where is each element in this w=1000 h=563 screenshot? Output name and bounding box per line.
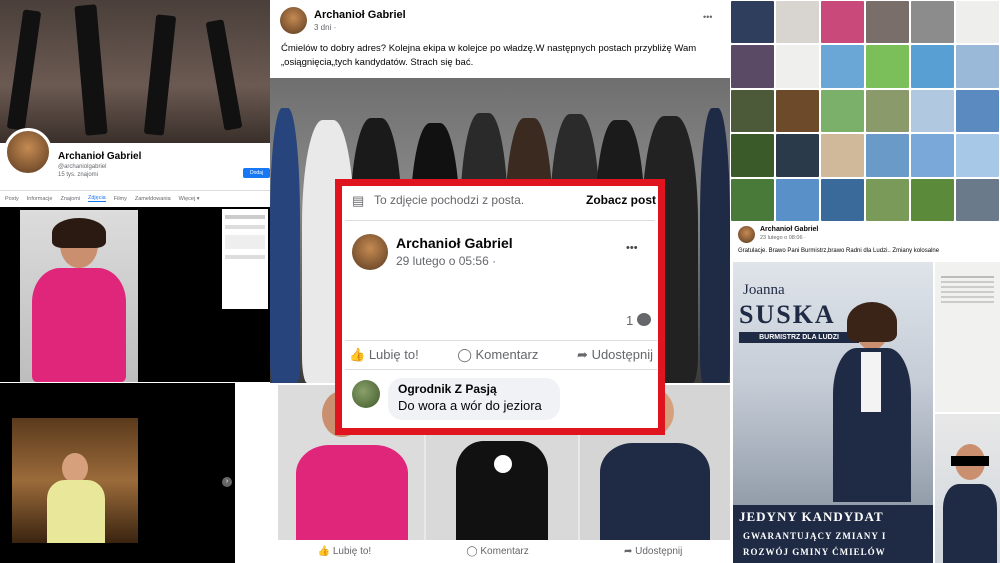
commenter-name[interactable]: Ogrodnik Z Pasją xyxy=(398,382,550,396)
grid-photo[interactable] xyxy=(821,134,864,177)
next-arrow-icon[interactable]: › xyxy=(222,477,232,487)
grid-photo[interactable] xyxy=(731,1,774,44)
woman-portrait-photo[interactable] xyxy=(20,210,138,382)
overlay-share-button[interactable]: ➦ Udostępnij xyxy=(577,347,653,363)
post-actions: 👍 Lubię to! ◯ Komentarz ➦ Udostępnij xyxy=(270,540,730,563)
add-friend-button[interactable]: Dodaj xyxy=(243,168,270,178)
comment-label: Komentarz xyxy=(480,546,529,557)
mini-sidebar-2 xyxy=(236,393,270,473)
grid-photo[interactable] xyxy=(956,89,999,133)
tab-checkins[interactable]: Zameldowania xyxy=(135,196,171,202)
divider xyxy=(345,220,655,221)
grid-photo[interactable] xyxy=(821,89,864,133)
overlay-comment-label: Komentarz xyxy=(475,347,539,362)
overlay-share-label: Udostępnij xyxy=(591,347,653,362)
grid-photo[interactable] xyxy=(776,89,819,133)
overlay-like-button[interactable]: 👍 Lubię to! xyxy=(349,347,419,363)
overlay-comment-button[interactable]: ◯ Komentarz xyxy=(457,347,538,363)
right-post-text: Gratulacje. Brawo Pani Burmistrz,brawo R… xyxy=(738,248,940,254)
comment-text: Do wora a wór do jeziora xyxy=(398,398,542,413)
like-label: Lubię to! xyxy=(332,546,372,557)
overlay-like-label: Lubię to! xyxy=(368,347,419,362)
grid-photo[interactable] xyxy=(731,45,774,88)
grid-photo[interactable] xyxy=(956,45,999,88)
see-post-link[interactable]: Zobacz post xyxy=(586,193,656,207)
share-label: Udostępnij xyxy=(635,546,683,557)
overlay-actions: 👍 Lubię to! ◯ Komentarz ➦ Udostępnij xyxy=(345,340,657,370)
poster-line-3: ROZWÓJ GMINY ĆMIELÓW xyxy=(743,547,886,557)
grid-photo[interactable] xyxy=(911,134,954,177)
right-post-avatar[interactable] xyxy=(738,226,755,243)
grid-photo[interactable] xyxy=(731,89,774,133)
tab-friends[interactable]: Znajomi xyxy=(60,196,80,202)
grid-photo[interactable] xyxy=(911,45,954,88)
avatar[interactable] xyxy=(4,128,52,176)
poster-surname: SUSKA xyxy=(739,300,836,329)
mini-sidebar xyxy=(222,209,268,309)
poster-candidate xyxy=(831,302,911,502)
overlay-avatar[interactable] xyxy=(352,234,388,270)
like-button[interactable]: 👍 Lubię to! xyxy=(318,546,372,557)
overlay-more-icon[interactable]: ••• xyxy=(626,242,638,254)
grid-photo[interactable] xyxy=(821,1,864,44)
post-time[interactable]: 3 dni · xyxy=(314,23,336,32)
profile-name[interactable]: Archanioł Gabriel xyxy=(58,151,141,162)
grid-photo[interactable] xyxy=(866,45,909,88)
comment-count[interactable]: 1 xyxy=(626,313,633,328)
poster-line-2: GWARANTUJĄCY ZMIANY I xyxy=(743,531,887,541)
photo-grid xyxy=(730,0,1000,222)
woman-desk-photo[interactable] xyxy=(935,414,1000,563)
document-photo[interactable] xyxy=(935,262,1000,412)
comment-button[interactable]: ◯ Komentarz xyxy=(466,546,528,557)
right-post-header: Archanioł Gabriel 23 lutego o 08:06 · Gr… xyxy=(730,222,1000,260)
tab-posts[interactable]: Posty xyxy=(5,196,19,202)
poster-line-1: JEDYNY KANDYDAT xyxy=(739,509,884,524)
cover-photo[interactable] xyxy=(0,0,270,143)
more-options-icon[interactable]: ••• xyxy=(703,12,712,22)
tab-photos[interactable]: Zdjęcia xyxy=(88,195,106,202)
add-friend-label: Dodaj xyxy=(249,170,264,176)
grid-photo[interactable] xyxy=(776,134,819,177)
grid-photo[interactable] xyxy=(956,134,999,177)
share-button[interactable]: ➦ Udostępnij xyxy=(624,546,682,557)
tab-videos[interactable]: Filmy xyxy=(114,196,127,202)
grid-photo[interactable] xyxy=(911,1,954,44)
comment-bubble: Ogrodnik Z Pasją Do wora a wór do jezior… xyxy=(388,378,560,420)
grid-photo[interactable] xyxy=(776,1,819,44)
grid-photo[interactable] xyxy=(821,178,864,221)
grid-photo[interactable] xyxy=(866,1,909,44)
grid-photo[interactable] xyxy=(821,45,864,88)
grid-photo[interactable] xyxy=(731,178,774,221)
post-author[interactable]: Archanioł Gabriel xyxy=(314,9,406,21)
grid-photo[interactable] xyxy=(866,178,909,221)
election-poster[interactable]: Joanna SUSKA BURMISTRZ DLA LUDZI JEDYNY … xyxy=(733,262,933,563)
post-text: Ćmielów to dobry adres? Kolejna ekipa w … xyxy=(281,43,697,68)
notice-icon: ▤ xyxy=(352,193,365,208)
grid-photo[interactable] xyxy=(731,134,774,177)
man-restaurant-photo[interactable] xyxy=(12,418,138,543)
tab-more[interactable]: Więcej ▾ xyxy=(179,196,200,202)
comment-bubble-icon xyxy=(637,313,651,326)
right-post-time[interactable]: 23 lutego o 08:06 · xyxy=(760,235,806,241)
grid-photo[interactable] xyxy=(956,1,999,44)
overlay-time[interactable]: 29 lutego o 05:56 · xyxy=(396,254,496,268)
tab-info[interactable]: Informacje xyxy=(27,196,53,202)
grid-photo[interactable] xyxy=(911,178,954,221)
grid-photo[interactable] xyxy=(776,45,819,88)
profile-tabs: Posty Informacje Znajomi Zdjęcia Filmy Z… xyxy=(0,190,270,206)
overlay-author[interactable]: Archanioł Gabriel xyxy=(396,235,513,251)
grid-photo[interactable] xyxy=(866,134,909,177)
profile-handle: @archaniolgabriel xyxy=(58,164,107,170)
commenter-avatar[interactable] xyxy=(352,380,380,408)
right-post-author[interactable]: Archanioł Gabriel xyxy=(760,226,818,233)
poster-first-name: Joanna xyxy=(743,282,785,298)
grid-photo[interactable] xyxy=(911,89,954,133)
grid-photo[interactable] xyxy=(866,89,909,133)
profile-friends[interactable]: 15 tys. znajomi xyxy=(58,172,98,178)
grid-photo[interactable] xyxy=(956,178,999,221)
grid-photo[interactable] xyxy=(776,178,819,221)
post-avatar[interactable] xyxy=(280,7,307,34)
notice-text: To zdjęcie pochodzi z posta. xyxy=(374,193,525,207)
